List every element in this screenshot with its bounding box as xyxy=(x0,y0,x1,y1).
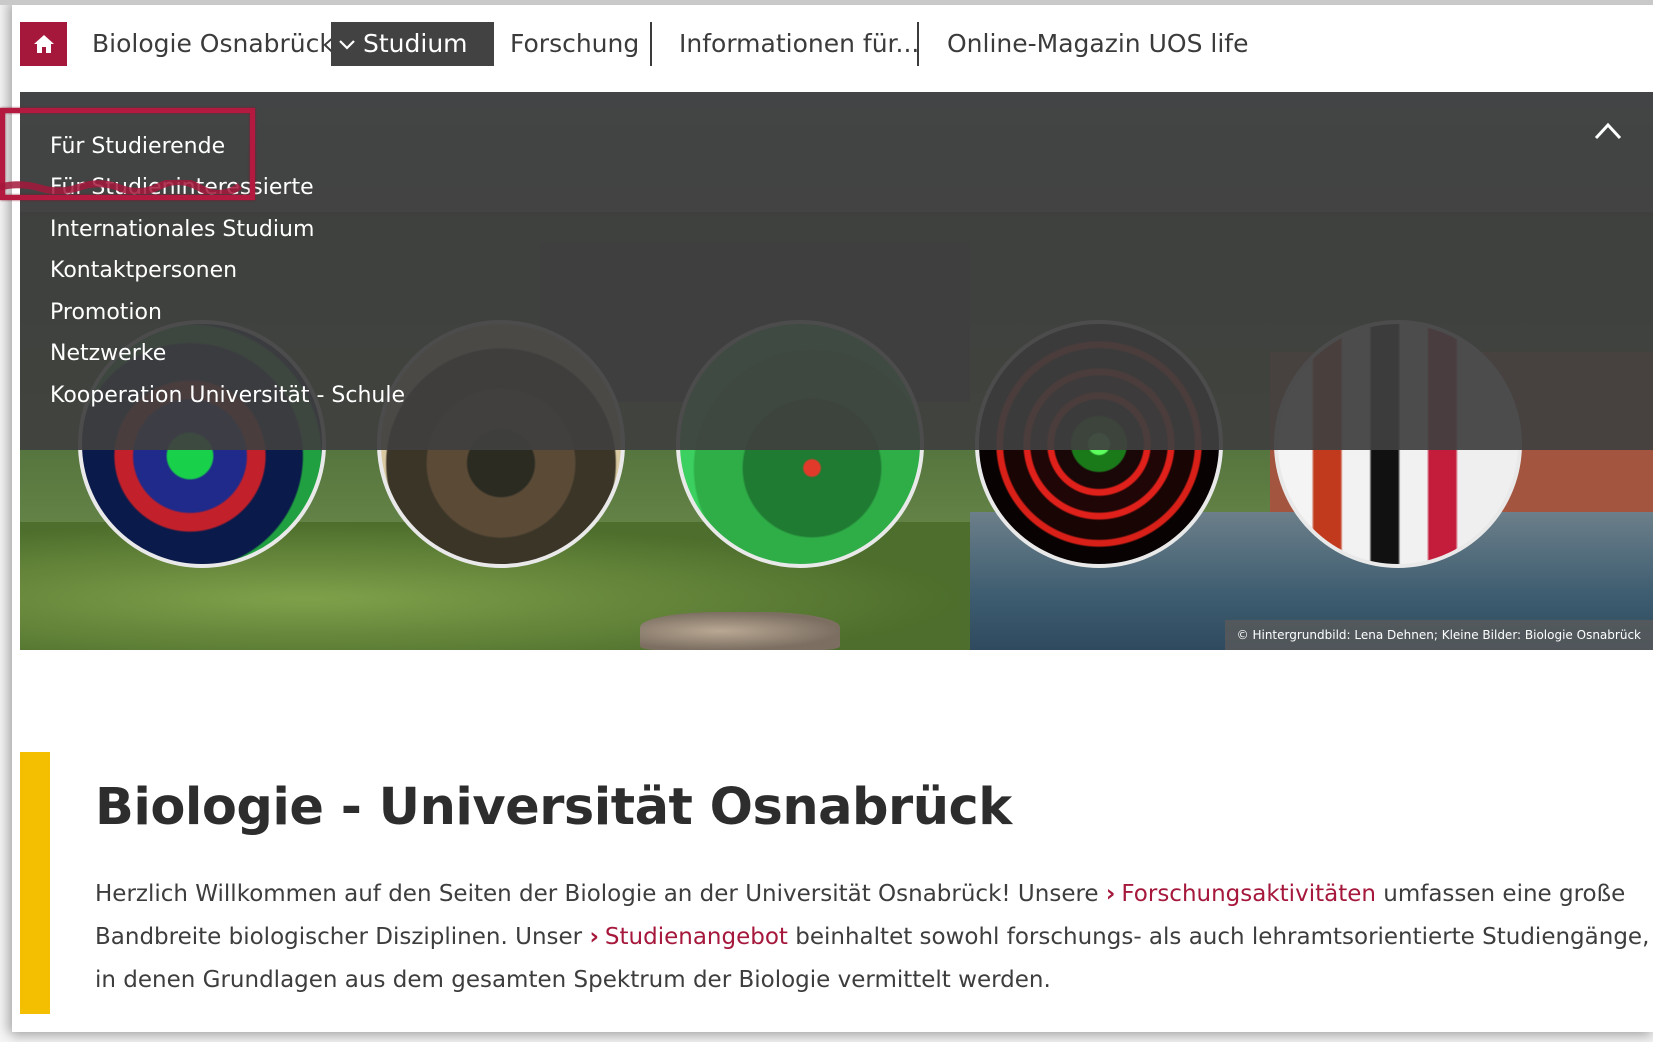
studium-dropdown-menu: Für Studierende Für Studieninteressierte… xyxy=(20,92,1653,450)
chevron-right-icon: › xyxy=(1105,881,1116,907)
menu-item-kooperation-schule[interactable]: Kooperation Universität - Schule xyxy=(50,383,405,408)
page-title: Biologie - Universität Osnabrück xyxy=(95,778,1012,837)
chevron-down-icon xyxy=(339,40,355,50)
menu-item-internationales-studium[interactable]: Internationales Studium xyxy=(50,217,314,242)
nav-biologie-osnabrueck[interactable]: Biologie Osnabrück xyxy=(92,22,334,66)
menu-item-fuer-studierende[interactable]: Für Studierende xyxy=(50,134,225,159)
menu-item-kontaktpersonen[interactable]: Kontaktpersonen xyxy=(50,258,237,283)
chevron-right-icon: › xyxy=(589,924,599,950)
hero-background-rocks xyxy=(640,612,840,650)
image-credit: © Hintergrundbild: Lena Dehnen; Kleine B… xyxy=(1224,620,1653,650)
nav-informationen-fuer[interactable]: Informationen für... xyxy=(679,22,919,66)
chevron-up-icon[interactable] xyxy=(1591,118,1625,144)
nav-forschung[interactable]: Forschung xyxy=(510,22,639,66)
home-icon xyxy=(33,35,54,53)
nav-online-magazin[interactable]: Online-Magazin UOS life xyxy=(947,22,1248,66)
intro-paragraph: Herzlich Willkommen auf den Seiten der B… xyxy=(95,873,1653,1002)
menu-item-netzwerke[interactable]: Netzwerke xyxy=(50,341,166,366)
nav-separator xyxy=(650,22,652,66)
link-forschungsaktivitaeten[interactable]: › Forschungsaktivitäten xyxy=(1106,881,1376,907)
main-navigation: Biologie Osnabrück Studium Forschung Inf… xyxy=(20,10,1653,80)
accent-bar xyxy=(20,752,50,1014)
browser-top-edge xyxy=(0,0,1653,5)
nav-studium-label: Studium xyxy=(363,29,468,58)
intro-text-1: Herzlich Willkommen auf den Seiten der B… xyxy=(95,881,1099,907)
menu-item-promotion[interactable]: Promotion xyxy=(50,300,162,325)
link-forschungsaktivitaeten-label: Forschungsaktivitäten xyxy=(1121,881,1376,907)
link-studienangebot-label: Studienangebot xyxy=(604,924,788,950)
nav-separator xyxy=(917,22,919,66)
nav-studium[interactable]: Studium xyxy=(331,22,494,66)
menu-item-fuer-studieninteressierte[interactable]: Für Studieninteressierte xyxy=(50,175,314,200)
home-button[interactable] xyxy=(20,22,67,66)
link-studienangebot[interactable]: › Studienangebot xyxy=(589,924,788,950)
